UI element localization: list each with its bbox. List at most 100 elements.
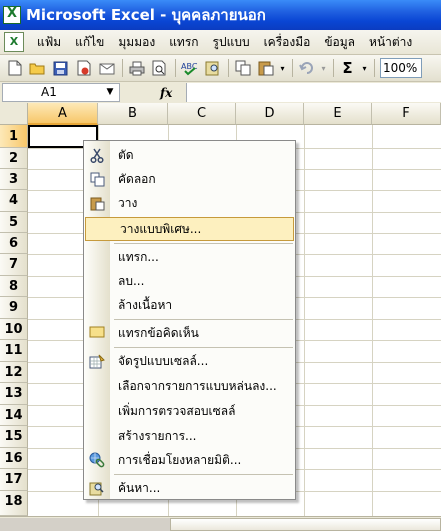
row-header[interactable]: 7 <box>0 254 28 276</box>
context-item-insert[interactable]: แทรก... <box>84 245 295 269</box>
save-icon[interactable] <box>50 58 71 79</box>
row-header[interactable]: 11 <box>0 340 28 362</box>
context-item-insert-comment[interactable]: แทรกข้อคิดเห็น <box>84 321 295 345</box>
context-item-label: ลบ... <box>118 273 145 288</box>
context-item-cut[interactable]: ตัด <box>84 143 295 167</box>
context-item-create-list[interactable]: สร้างรายการ... <box>84 424 295 448</box>
autosum-dropdown-icon[interactable]: ▾ <box>360 58 369 79</box>
context-item-label: เพิ่มการตรวจสอบเซลล์ <box>118 403 236 418</box>
context-item-format-cells[interactable]: จัดรูปแบบเซลล์... <box>84 349 295 373</box>
row-header[interactable]: 8 <box>0 276 28 297</box>
undo-icon[interactable] <box>296 58 317 79</box>
menu-edit[interactable]: แก้ไข <box>68 33 111 52</box>
format-cells-icon <box>84 349 110 373</box>
row-header[interactable]: 5 <box>0 212 28 233</box>
column-header[interactable]: F <box>372 103 441 125</box>
excel-app-icon[interactable] <box>3 6 21 24</box>
menu-window[interactable]: หน้าต่าง <box>362 33 419 52</box>
select-all-corner[interactable] <box>0 103 28 125</box>
open-icon[interactable] <box>27 58 48 79</box>
research-icon <box>84 476 110 500</box>
permission-icon[interactable] <box>73 58 94 79</box>
autosum-icon[interactable]: Σ <box>337 58 358 79</box>
print-icon[interactable] <box>126 58 147 79</box>
toolbar-separator <box>228 59 229 77</box>
menu-tools[interactable]: เครื่องมือ <box>257 33 318 52</box>
sheet-tabs-area[interactable] <box>0 518 170 531</box>
document-icon[interactable]: X <box>4 32 24 52</box>
context-item-label: การเชื่อมโยงหลายมิติ... <box>118 452 242 467</box>
hyperlink-icon <box>84 448 110 472</box>
row-header[interactable]: 15 <box>0 426 28 448</box>
row-header[interactable]: 9 <box>0 297 28 319</box>
menu-insert[interactable]: แทรก <box>162 33 205 52</box>
toolbar-separator <box>175 59 176 77</box>
toolbar-separator <box>374 59 375 77</box>
context-item-copy[interactable]: คัดลอก <box>84 167 295 191</box>
new-icon[interactable] <box>4 58 25 79</box>
menu-separator <box>114 319 293 320</box>
name-box-value: A1 <box>41 85 57 99</box>
menu-format[interactable]: รูปแบบ <box>206 33 257 52</box>
formula-bar: A1 ▼ fx <box>0 82 441 103</box>
menu-separator <box>114 474 293 475</box>
toolbar-separator <box>333 59 334 77</box>
menu-file[interactable]: แฟ้ม <box>30 33 68 52</box>
zoom-select[interactable]: 100% <box>380 58 422 78</box>
column-header[interactable]: B <box>98 103 168 125</box>
context-item-paste-special[interactable]: วางแบบพิเศษ... <box>85 217 294 241</box>
context-item-add-watch[interactable]: เพิ่มการตรวจสอบเซลล์ <box>84 399 295 423</box>
insert-comment-icon <box>84 321 110 345</box>
paste-icon <box>84 191 110 215</box>
context-item-label: สร้างรายการ... <box>118 428 197 443</box>
context-item-label: เลือกจากรายการแบบหล่นลง... <box>118 378 277 393</box>
column-header[interactable]: C <box>168 103 236 125</box>
context-item-delete[interactable]: ลบ... <box>84 269 295 293</box>
context-item-pick-from-list[interactable]: เลือกจากรายการแบบหล่นลง... <box>84 374 295 398</box>
copy-icon[interactable] <box>232 58 253 79</box>
menu-view[interactable]: มุมมอง <box>111 33 162 52</box>
menu-separator <box>114 243 293 244</box>
row-header[interactable]: 10 <box>0 319 28 340</box>
column-header[interactable]: D <box>236 103 304 125</box>
context-item-hyperlink[interactable]: การเชื่อมโยงหลายมิติ... <box>84 448 295 472</box>
row-header[interactable]: 3 <box>0 169 28 190</box>
row-header[interactable]: 6 <box>0 233 28 254</box>
row-header[interactable]: 1 <box>0 125 28 148</box>
row-header[interactable]: 12 <box>0 362 28 383</box>
copy-icon <box>84 167 110 191</box>
gridline <box>304 125 305 516</box>
cut-icon <box>84 143 110 167</box>
print-preview-icon[interactable] <box>149 58 170 79</box>
paste-dropdown-icon[interactable]: ▾ <box>278 58 287 79</box>
context-item-label: แทรก... <box>118 249 159 264</box>
menu-bar: X แฟ้ม แก้ไข มุมมอง แทรก รูปแบบ เครื่องม… <box>0 30 441 55</box>
insert-function-icon[interactable]: fx <box>160 86 172 100</box>
formula-input[interactable] <box>186 83 441 102</box>
title-bar: Microsoft Excel - บุคคลภายนอก <box>0 0 441 30</box>
sheet-tab-bar <box>0 516 441 531</box>
horizontal-scrollbar[interactable] <box>170 518 441 531</box>
row-header[interactable]: 16 <box>0 448 28 469</box>
row-header[interactable]: 2 <box>0 148 28 169</box>
row-header[interactable]: 14 <box>0 405 28 426</box>
context-item-paste[interactable]: วาง <box>84 191 295 215</box>
row-header[interactable]: 17 <box>0 469 28 491</box>
spelling-icon[interactable]: ABC <box>179 58 200 79</box>
context-item-clear-contents[interactable]: ล้างเนื้อหา <box>84 293 295 317</box>
menu-data[interactable]: ข้อมูล <box>317 33 362 52</box>
research-icon[interactable] <box>202 58 223 79</box>
row-header[interactable]: 18 <box>0 491 28 516</box>
email-icon[interactable] <box>96 58 117 79</box>
chevron-down-icon[interactable]: ▼ <box>103 85 117 100</box>
context-item-label: ล้างเนื้อหา <box>118 297 173 312</box>
svg-text:ABC: ABC <box>181 62 198 71</box>
context-item-research[interactable]: ค้นหา... <box>84 476 295 500</box>
paste-icon[interactable] <box>255 58 276 79</box>
row-header[interactable]: 13 <box>0 383 28 405</box>
row-header[interactable]: 4 <box>0 190 28 212</box>
column-header[interactable]: A <box>28 103 98 125</box>
name-box[interactable]: A1 ▼ <box>2 83 120 102</box>
column-header[interactable]: E <box>304 103 372 125</box>
undo-dropdown-icon[interactable]: ▾ <box>319 58 328 79</box>
